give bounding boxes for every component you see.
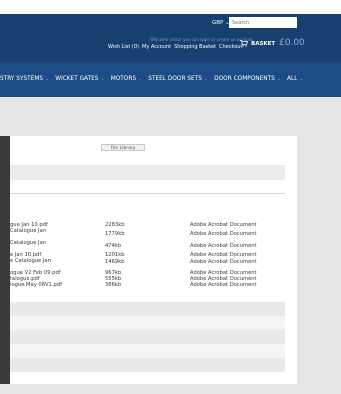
file-type: Adobe Acrobat Document [190,259,257,265]
nav-items: STRY SYSTEMS ⌄ WICKET GATES ⌄ MOTORS ⌄ STEE… [0,76,304,82]
file-size: 474kb [105,243,122,249]
nav-item-label: DOOR COMPONENTS [214,76,275,82]
footer-band [10,330,285,344]
currency-label: GBP [212,20,224,26]
footer-band [10,358,285,372]
basket-label: BASKET [251,40,276,47]
divider [10,193,285,194]
header-band [10,165,285,180]
chevron-down-icon: ⌄ [138,76,143,82]
nav-item-motors[interactable]: MOTORS ⌄ [111,76,143,82]
content-panel: File Library gue Jan 10.pdf 2283kb Adobe A… [10,136,297,384]
basket-button[interactable]: BASKET [240,40,275,47]
file-name: Catalogue Jan [10,228,47,234]
file-size: 2283kb [105,222,125,228]
chevron-down-icon: ⌄ [203,76,209,82]
chevron-down-icon: ⌄ [100,76,105,82]
nav-item-label: WICKET GATES [55,76,99,82]
file-name: Catalogue Jan [10,240,47,246]
basket-total: £0.00 [279,38,305,48]
file-type: Adobe Acrobat Document [190,222,257,228]
search-input[interactable] [229,17,297,28]
file-size: 1779kb [105,231,125,237]
nav-item-all[interactable]: ALL ⌄ [287,76,304,82]
nav-item-label: STEEL DOOR SETS [148,76,202,82]
wishlist-link[interactable]: Wish List (0) [108,44,139,50]
footer-band [10,316,285,330]
file-type: Adobe Acrobat Document [190,252,257,258]
file-name: logue May 08V1.pdf [10,282,62,288]
file-name: e Catalogue Jan [10,258,51,264]
chevron-down-icon: ⌄ [299,76,304,82]
nav-item-label: STRY SYSTEMS [0,76,44,82]
currency-selector[interactable]: GBP ⌄ [212,20,230,26]
side-panel [0,136,10,384]
my-account-link[interactable]: My Account [142,44,171,50]
file-size: 1469kb [105,259,125,265]
nav-item-wicket-gates[interactable]: WICKET GATES ⌄ [55,76,104,82]
account-links: Wish List (0) My Account Shopping Basket… [108,44,242,50]
file-type: Adobe Acrobat Document [190,231,257,237]
file-type: Adobe Acrobat Document [190,282,257,288]
nav-item-industry-systems[interactable]: STRY SYSTEMS ⌄ [0,76,49,82]
footer-band [10,344,285,358]
shopping-basket-link[interactable]: Shopping Basket [174,44,216,50]
nav-item-label: MOTORS [110,76,137,82]
file-type: Adobe Acrobat Document [190,243,257,249]
file-size: 1201kb [105,252,125,258]
file-library-tab[interactable]: File Library [101,144,145,151]
chevron-down-icon: ⌄ [276,76,282,82]
nav-item-label: ALL [287,76,298,82]
checkout-link[interactable]: Checkout [219,44,242,50]
cart-icon [240,40,248,47]
chevron-down-icon: ⌄ [45,76,50,82]
nav-item-door-components[interactable]: DOOR COMPONENTS ⌄ [214,76,281,82]
footer-band [10,302,285,316]
welcome-text: Welcome visitor you can login or create … [150,37,255,42]
file-size: 386kb [105,282,122,288]
nav-item-steel-door-sets[interactable]: STEEL DOOR SETS ⌄ [148,76,208,82]
top-bar [0,0,341,14]
